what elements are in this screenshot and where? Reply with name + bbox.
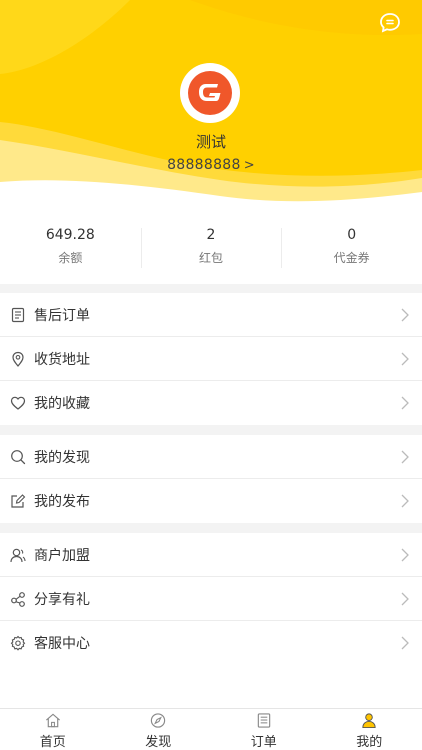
compass-icon: [151, 713, 166, 728]
search-icon: [10, 449, 26, 465]
home-icon: [45, 713, 60, 728]
menu-group-services: 商户加盟 分享有礼 客服中心: [0, 533, 422, 665]
chevron-right-icon: [401, 308, 409, 322]
stat-red-packet[interactable]: 2 红包: [140, 222, 282, 274]
merchant-icon: [10, 547, 26, 563]
share-icon: [10, 591, 26, 607]
tab-mine[interactable]: 我的: [317, 709, 422, 750]
menu-item-my-posts[interactable]: 我的发布: [0, 479, 422, 523]
chevron-right-icon: [401, 636, 409, 650]
stat-label: 红包: [199, 251, 224, 265]
after-sales-icon: [10, 307, 26, 323]
stat-label: 余额: [58, 251, 83, 265]
bottom-tab-bar: 首页 发现 订单 我的: [0, 708, 422, 750]
menu-item-favorites[interactable]: 我的收藏: [0, 381, 422, 425]
logo-icon: [188, 71, 232, 115]
menu-item-label: 客服中心: [34, 636, 90, 652]
menu-group-discover: 我的发现 我的发布: [0, 435, 422, 523]
chevron-right-icon: [401, 352, 409, 366]
location-icon: [10, 351, 26, 367]
tab-discover[interactable]: 发现: [106, 709, 212, 750]
chevron-right-icon: [401, 548, 409, 562]
chevron-right-icon: [401, 494, 409, 508]
avatar[interactable]: [180, 63, 240, 123]
stat-balance[interactable]: 649.28 余额: [0, 222, 141, 274]
menu-item-label: 商户加盟: [34, 547, 90, 564]
menu-item-customer-service[interactable]: 客服中心: [0, 621, 422, 665]
section-divider: [0, 523, 422, 533]
menu-item-label: 我的发布: [34, 494, 90, 510]
chevron-right-icon: >: [243, 158, 255, 173]
chevron-right-icon: [401, 592, 409, 606]
tab-label: 订单: [250, 735, 277, 750]
tab-label: 我的: [356, 735, 383, 750]
profile-header: 测试 88888888 >: [0, 0, 422, 215]
user-name: 测试: [195, 133, 226, 151]
menu-item-after-sales[interactable]: 售后订单: [0, 293, 422, 337]
menu-group-orders: 售后订单 收货地址 我的收藏: [0, 293, 422, 425]
account-number[interactable]: 88888888 >: [0, 157, 422, 173]
section-divider: [0, 425, 422, 435]
user-icon: [362, 713, 376, 729]
order-icon: [257, 713, 270, 728]
stat-label: 代金券: [333, 251, 370, 265]
section-divider: [0, 284, 422, 293]
menu-item-my-discover[interactable]: 我的发现: [0, 435, 422, 479]
menu-item-label: 收货地址: [34, 351, 90, 368]
menu-item-address[interactable]: 收货地址: [0, 337, 422, 381]
menu-item-share-gift[interactable]: 分享有礼: [0, 577, 422, 621]
stat-value: 0: [347, 227, 357, 243]
menu-item-label: 我的发现: [34, 449, 90, 466]
stat-value: 2: [206, 227, 216, 243]
menu-item-merchant-join[interactable]: 商户加盟: [0, 533, 422, 577]
account-stats: 649.28 余额 2 红包 0 代金券: [0, 222, 422, 274]
stat-voucher[interactable]: 0 代金券: [281, 222, 422, 274]
tab-label: 首页: [39, 735, 66, 750]
tab-label: 发现: [145, 735, 172, 750]
menu-item-label: 售后订单: [34, 307, 90, 324]
account-id: 88888888: [167, 157, 241, 173]
message-button[interactable]: [378, 11, 402, 35]
menu-item-label: 分享有礼: [34, 591, 90, 608]
menu-item-label: 我的收藏: [34, 396, 90, 412]
tab-home[interactable]: 首页: [0, 709, 106, 750]
edit-icon: [10, 493, 26, 509]
stat-value: 649.28: [45, 227, 95, 243]
chat-bubble-icon: [380, 13, 400, 33]
heart-icon: [10, 395, 26, 411]
settings-icon: [10, 635, 26, 651]
chevron-right-icon: [401, 450, 409, 464]
chevron-right-icon: [401, 396, 409, 410]
tab-orders[interactable]: 订单: [211, 709, 317, 750]
